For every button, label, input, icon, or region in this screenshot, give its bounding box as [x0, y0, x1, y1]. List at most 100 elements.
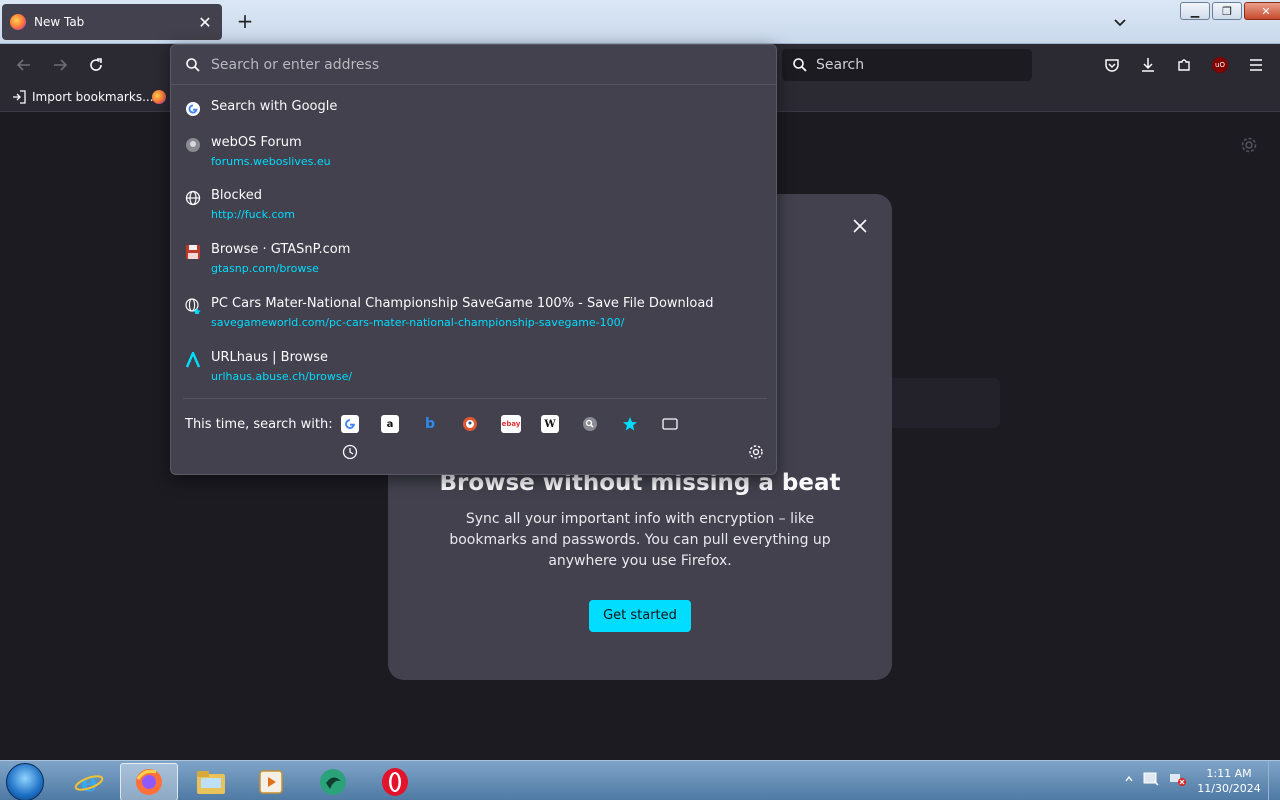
title-bar: New Tab ✕ + ▁ ❐ ✕	[0, 0, 1280, 44]
one-time-search-label: This time, search with:	[185, 417, 333, 432]
search-bar[interactable]: Search	[782, 49, 1032, 81]
wikipedia-icon[interactable]: W	[541, 415, 559, 433]
media-player-icon[interactable]	[242, 763, 300, 800]
tabs-icon[interactable]	[661, 415, 679, 433]
result-title: webOS Forum	[211, 135, 302, 150]
address-input[interactable]	[211, 56, 751, 73]
get-started-button[interactable]: Get started	[589, 600, 691, 632]
back-arrow-icon	[16, 59, 30, 71]
tab-title: New Tab	[34, 15, 85, 29]
pocket-button[interactable]	[1100, 53, 1124, 77]
bookmarks-star-icon[interactable]	[621, 415, 639, 433]
floppy-disk-icon	[186, 245, 200, 259]
new-tab-button[interactable]: +	[234, 10, 256, 32]
result-webos-forum[interactable]: webOS Forum forums.weboslives.eu	[183, 135, 767, 175]
close-icon: ✕	[1261, 5, 1271, 18]
opera-icon[interactable]	[366, 763, 424, 800]
window-controls: ▁ ❐ ✕	[1180, 2, 1280, 20]
svg-text:e: e	[81, 768, 98, 797]
background-panel	[880, 378, 1000, 428]
pocket-icon	[1105, 59, 1119, 72]
urlhaus-icon	[185, 352, 201, 368]
result-url: gtasnp.com/browse	[211, 262, 319, 275]
card-description: Sync all your important info with encryp…	[449, 511, 831, 569]
reload-icon	[90, 58, 102, 71]
action-center-icon[interactable]	[1142, 771, 1160, 787]
restore-icon: ❐	[1222, 5, 1232, 18]
site-favicon-icon	[186, 138, 200, 152]
network-disconnected-icon[interactable]	[1168, 771, 1188, 787]
search-engine-icon[interactable]	[581, 415, 599, 433]
duckduckgo-icon[interactable]	[461, 415, 479, 433]
ublock-origin-button[interactable]: uO	[1208, 53, 1232, 77]
system-tray	[1124, 771, 1188, 787]
import-bookmarks-button[interactable]: Import bookmarks...	[12, 90, 154, 104]
import-icon	[13, 90, 26, 104]
search-icon	[186, 57, 200, 72]
close-icon	[853, 219, 867, 233]
tab-close-icon[interactable]: ✕	[196, 13, 214, 32]
show-desktop-button[interactable]	[1268, 761, 1280, 800]
extensions-button[interactable]	[1172, 53, 1196, 77]
bing-icon[interactable]: b	[421, 415, 439, 433]
reload-button[interactable]	[84, 53, 108, 77]
search-settings-button[interactable]	[747, 443, 765, 461]
amazon-icon[interactable]: a	[381, 415, 399, 433]
ebay-icon[interactable]: ebay	[501, 415, 521, 433]
import-bookmarks-label: Import bookmarks...	[32, 90, 154, 104]
file-explorer-icon[interactable]	[182, 763, 240, 800]
dismiss-card-button[interactable]	[850, 216, 870, 236]
show-hidden-icons-icon[interactable]	[1124, 774, 1134, 784]
app-icon[interactable]	[304, 763, 362, 800]
back-button[interactable]	[12, 53, 36, 77]
list-all-tabs-button[interactable]	[1110, 12, 1130, 32]
result-gtasnp[interactable]: Browse · GTASnP.com gtasnp.com/browse	[183, 242, 767, 282]
tab-new-tab[interactable]: New Tab ✕	[2, 4, 222, 40]
result-urlhaus[interactable]: URLhaus | Browse urlhaus.abuse.ch/browse…	[183, 350, 767, 390]
hamburger-menu-icon	[1250, 59, 1262, 71]
ublock-origin-icon: uO	[1212, 57, 1228, 73]
internet-explorer-icon[interactable]: e	[60, 763, 118, 800]
globe-bookmark-icon	[185, 298, 201, 314]
gear-icon	[1241, 137, 1257, 153]
firefox-bookmark-icon[interactable]	[152, 90, 166, 104]
start-button[interactable]	[6, 763, 44, 800]
clock[interactable]: 1:11 AM 11/30/2024	[1196, 766, 1262, 796]
result-title: Blocked	[211, 188, 262, 203]
result-savegameworld[interactable]: PC Cars Mater-National Championship Save…	[183, 296, 767, 336]
clock-date: 11/30/2024	[1197, 782, 1261, 795]
firefox-icon	[10, 14, 26, 30]
forward-arrow-icon	[54, 59, 68, 71]
result-url: savegameworld.com/pc-cars-mater-national…	[211, 316, 625, 329]
google-icon	[186, 102, 200, 116]
firefox-icon[interactable]	[120, 763, 178, 800]
urlbar[interactable]	[171, 45, 776, 85]
result-title: PC Cars Mater-National Championship Save…	[211, 296, 714, 311]
minimize-button[interactable]: ▁	[1180, 2, 1210, 20]
search-icon	[793, 58, 807, 72]
forward-button[interactable]	[48, 53, 72, 77]
result-url: http://fuck.com	[211, 208, 295, 221]
personalize-settings-button[interactable]	[1240, 136, 1258, 154]
result-search-with-google[interactable]: Search with Google	[183, 99, 767, 123]
puzzle-piece-icon	[1178, 59, 1190, 71]
history-icon[interactable]	[341, 443, 359, 461]
windows-taskbar: e 1:11 AM 11/30/2024	[0, 760, 1280, 800]
restore-button[interactable]: ❐	[1212, 2, 1242, 20]
result-blocked[interactable]: Blocked http://fuck.com	[183, 188, 767, 228]
google-icon[interactable]	[341, 415, 359, 433]
urlbar-dropdown: Search with Google webOS Forum forums.we…	[170, 44, 777, 475]
search-bar-placeholder: Search	[816, 57, 865, 73]
results-divider	[183, 398, 767, 399]
result-title: Search with Google	[211, 99, 338, 114]
download-icon	[1142, 58, 1154, 72]
app-menu-button[interactable]	[1244, 53, 1268, 77]
close-window-button[interactable]: ✕	[1244, 2, 1280, 20]
result-url: forums.weboslives.eu	[211, 155, 331, 168]
clock-time: 1:11 AM	[1206, 767, 1252, 780]
gear-icon	[749, 445, 763, 459]
minimize-icon: ▁	[1190, 5, 1200, 18]
result-title: Browse · GTASnP.com	[211, 242, 351, 257]
globe-icon	[185, 190, 201, 206]
downloads-button[interactable]	[1136, 53, 1160, 77]
